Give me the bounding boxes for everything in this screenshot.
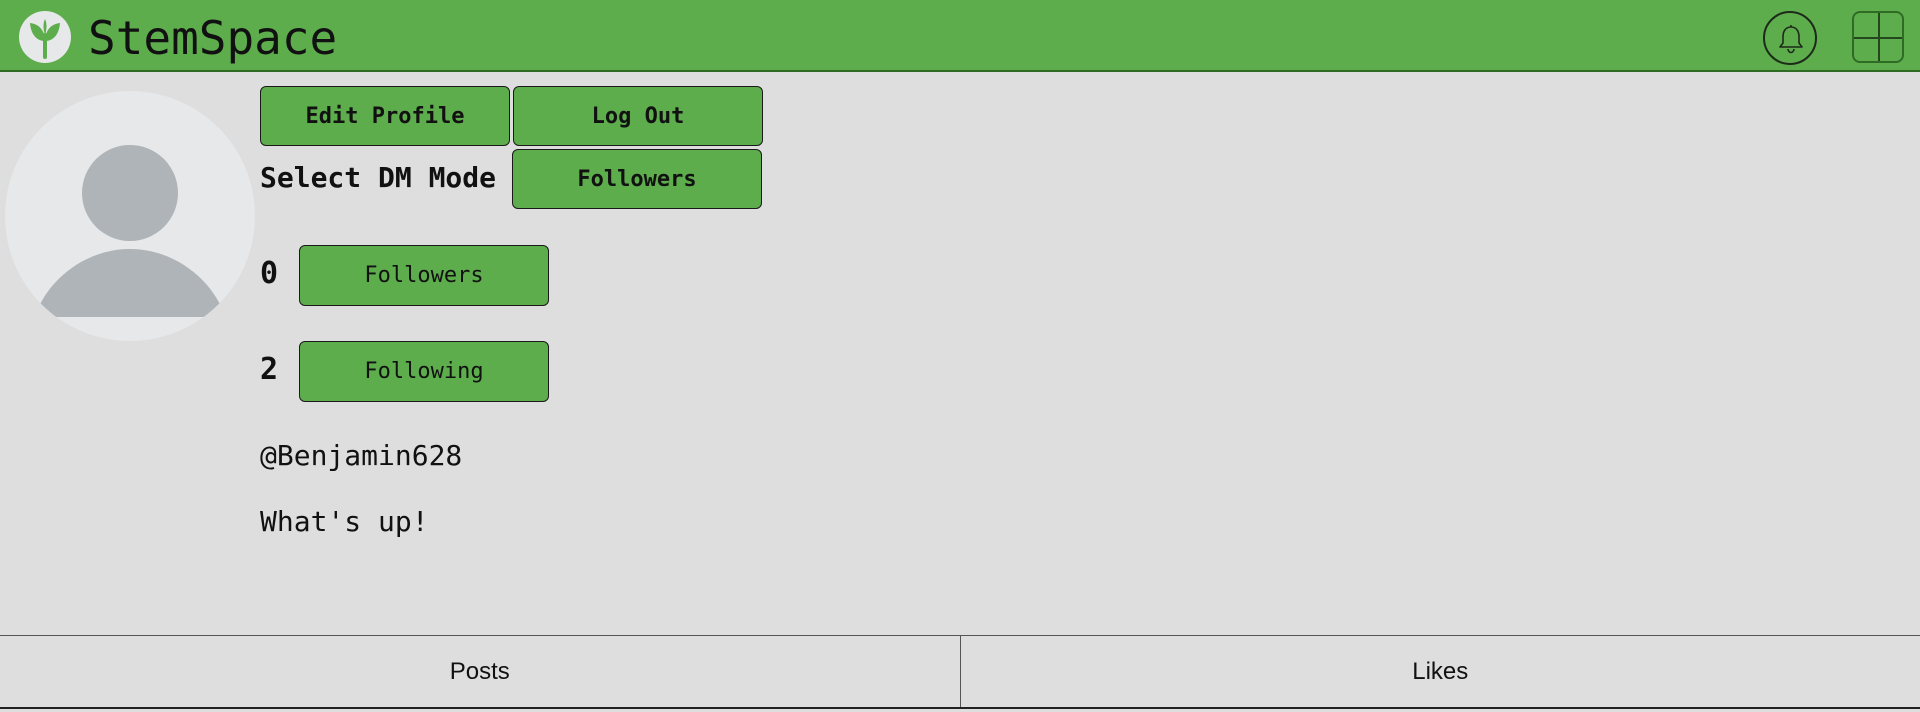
bell-icon <box>1779 25 1803 54</box>
top-bar: StemSpace <box>0 0 1920 72</box>
profile-tabs: Posts Likes <box>0 635 1920 709</box>
followers-button[interactable]: Followers <box>299 245 549 306</box>
notifications-button[interactable] <box>1763 11 1817 65</box>
edit-profile-button[interactable]: Edit Profile <box>260 86 510 146</box>
default-user-avatar-icon <box>35 145 225 317</box>
dm-mode-button[interactable]: Followers <box>512 149 762 209</box>
following-count: 2 <box>260 352 279 387</box>
app-title[interactable]: StemSpace <box>88 8 337 68</box>
tab-posts[interactable]: Posts <box>0 636 960 707</box>
log-out-button[interactable]: Log Out <box>513 86 763 146</box>
profile-bio: What's up! <box>260 505 429 538</box>
tab-likes[interactable]: Likes <box>959 636 1920 707</box>
username-handle: @Benjamin628 <box>260 439 463 472</box>
following-button[interactable]: Following <box>299 341 549 402</box>
followers-count: 0 <box>260 256 279 291</box>
avatar <box>5 91 255 341</box>
sprout-logo-icon[interactable] <box>19 11 71 63</box>
create-post-button[interactable] <box>1852 11 1904 63</box>
dm-mode-label: Select DM Mode <box>260 161 497 194</box>
